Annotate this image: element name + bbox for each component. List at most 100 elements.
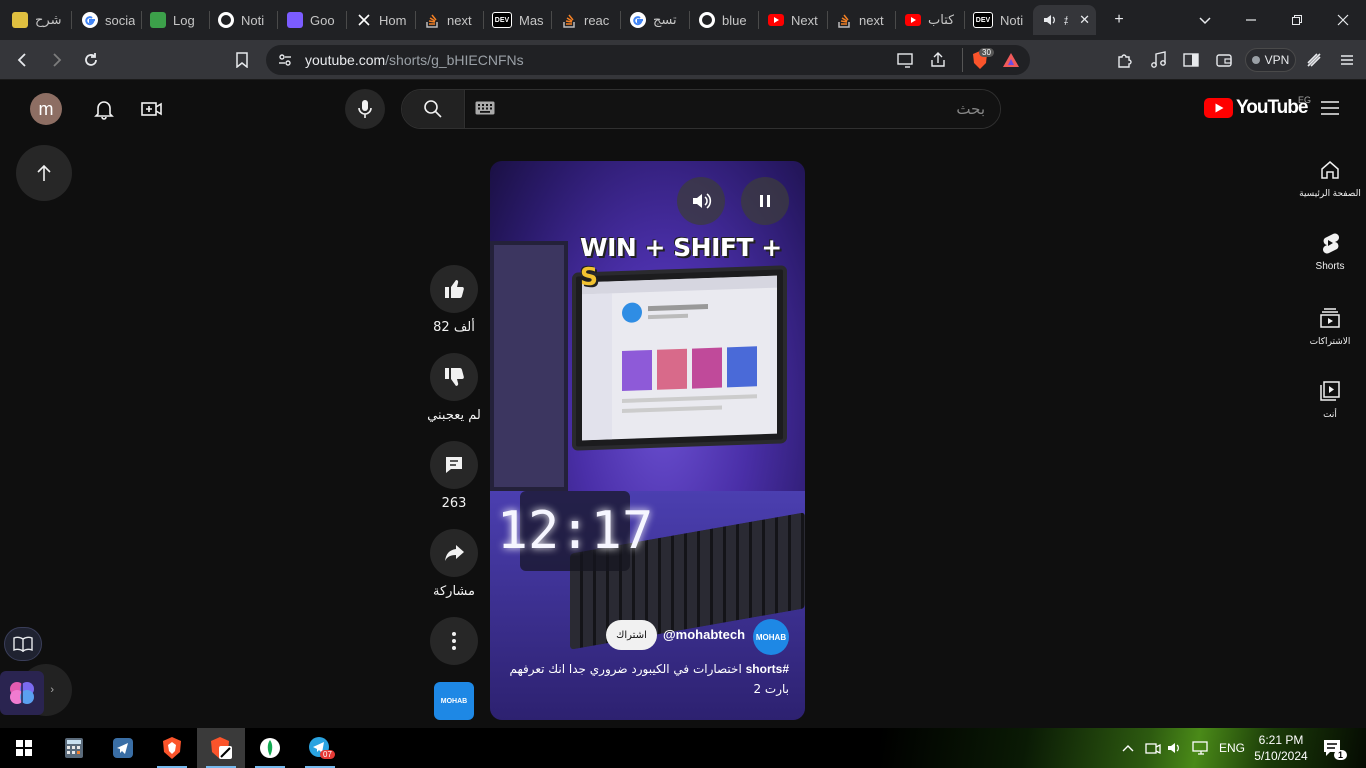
stackoverflow-icon — [561, 12, 577, 28]
channel-avatar[interactable]: MOHAB — [753, 619, 789, 655]
browser-tab[interactable]: blue — [691, 5, 759, 35]
reader-mode-button[interactable] — [4, 627, 42, 661]
like-button[interactable] — [430, 265, 478, 313]
start-button[interactable] — [0, 728, 48, 768]
close-window-button[interactable] — [1331, 8, 1355, 32]
sidebar-icon[interactable] — [1179, 48, 1203, 72]
tab-search-icon[interactable] — [1193, 8, 1217, 32]
tab-separator — [620, 11, 621, 29]
browser-tab-strip: شرح socia Log Noti Goo Hom next DEV Mas reac تسج bl… — [0, 0, 1366, 40]
nav-shorts[interactable]: Shorts — [1294, 231, 1366, 272]
ai-assistant-button[interactable] — [0, 671, 44, 715]
restore-button[interactable] — [1285, 8, 1309, 32]
browser-tab[interactable]: Hom — [348, 5, 416, 35]
volume-button[interactable] — [677, 177, 725, 225]
channel-handle[interactable]: @mohabtech — [663, 627, 745, 642]
google-icon — [630, 12, 646, 28]
leo-ai-icon[interactable] — [1302, 48, 1326, 72]
notifications-bell-icon[interactable] — [86, 91, 122, 127]
video-caption[interactable]: #shorts اختصارات في الكيبورد ضروري جدا ا… — [502, 659, 789, 699]
browser-tab[interactable]: #✕ — [1033, 5, 1096, 35]
voice-search-button[interactable] — [345, 89, 385, 129]
browser-tab[interactable]: socia — [74, 5, 142, 35]
browser-tab[interactable]: DEV Noti — [965, 5, 1033, 35]
taskbar-telegram[interactable]: 07 — [296, 728, 344, 768]
wallet-icon[interactable] — [1212, 48, 1236, 72]
create-video-icon[interactable] — [134, 91, 170, 127]
volume-tray-icon[interactable] — [1166, 728, 1182, 768]
taskbar-mongodb-compass[interactable] — [246, 728, 294, 768]
cast-icon[interactable] — [896, 51, 914, 74]
close-tab-icon[interactable]: ✕ — [1079, 12, 1090, 28]
notification-center-button[interactable]: 1 — [1322, 728, 1348, 768]
youtube-logo[interactable]: YouTube — [1204, 97, 1308, 119]
overlay-shortcut-text: WIN + SHIFT + — [580, 233, 782, 262]
reload-button[interactable] — [79, 48, 103, 72]
browser-tab[interactable]: كتاب — [897, 5, 965, 35]
share-button[interactable] — [430, 529, 478, 577]
caption-hashtag[interactable]: #shorts — [746, 662, 789, 676]
media-controls-icon[interactable] — [1146, 48, 1170, 72]
bookmark-icon[interactable] — [230, 48, 254, 72]
back-button[interactable] — [10, 48, 34, 72]
sound-remix-thumbnail[interactable]: MOHAB — [434, 682, 474, 720]
share-action: مشاركة — [430, 529, 478, 599]
network-icon[interactable] — [1192, 728, 1210, 768]
comments-button[interactable] — [430, 441, 478, 489]
more-options-button[interactable] — [430, 617, 478, 665]
pause-button[interactable] — [741, 177, 789, 225]
share-page-icon[interactable] — [929, 51, 947, 74]
vpn-button[interactable]: VPN — [1245, 48, 1296, 72]
nav-home[interactable]: الصفحة الرئيسية — [1294, 158, 1366, 199]
url-host: youtube.com — [305, 52, 386, 68]
url-path: /shorts/g_bHIECNFNs — [385, 52, 524, 68]
taskbar-brave[interactable] — [148, 728, 196, 768]
browser-tab[interactable]: next — [416, 5, 484, 35]
address-bar[interactable]: youtube.com/shorts/g_bHIECNFNs 30 — [266, 45, 1030, 75]
meet-now-icon[interactable] — [1145, 728, 1161, 768]
home-icon — [1321, 161, 1339, 179]
browser-tab[interactable]: تسج — [622, 5, 690, 35]
taskbar-brave-beta[interactable] — [197, 728, 245, 768]
nav-you[interactable]: أنت — [1294, 379, 1366, 420]
brave-shields-icon[interactable]: 30 — [970, 48, 994, 75]
dislike-button[interactable] — [430, 353, 478, 401]
input-language[interactable]: ENG — [1219, 728, 1245, 768]
search-input[interactable] — [466, 90, 1000, 128]
shorts-video-player[interactable]: 12:17 WIN + SHIFT + S اشتراك @mohabtech … — [490, 161, 805, 720]
account-avatar[interactable]: m — [30, 93, 62, 125]
taskbar-calculator[interactable] — [50, 728, 98, 768]
browser-tab[interactable]: Noti — [210, 5, 278, 35]
site-info-icon[interactable] — [278, 53, 292, 72]
forward-button[interactable] — [45, 48, 69, 72]
brave-rewards-icon[interactable] — [1002, 51, 1020, 74]
guide-menu-icon[interactable] — [1318, 96, 1342, 120]
previous-short-button[interactable] — [16, 145, 72, 201]
thumbs-up-icon — [445, 280, 464, 298]
taskbar-telegram-desktop[interactable] — [99, 728, 147, 768]
browser-tab[interactable]: Goo — [279, 5, 347, 35]
browser-tab[interactable]: Log — [142, 5, 210, 35]
search-button[interactable] — [402, 90, 465, 128]
extensions-icon[interactable] — [1112, 48, 1136, 72]
windows-taskbar: 07 ENG 6:21 PM 5/10/2024 1 — [0, 728, 1366, 768]
shorts-icon — [1322, 233, 1340, 254]
new-tab-button[interactable]: + — [1107, 8, 1131, 32]
browser-tab[interactable]: Next — [760, 5, 828, 35]
telegram-unread-badge: 07 — [320, 750, 335, 759]
keyboard-icon[interactable] — [475, 101, 495, 115]
browser-tab[interactable]: next — [828, 5, 896, 35]
subscriptions-icon — [1320, 308, 1340, 328]
browser-menu-icon[interactable] — [1335, 48, 1359, 72]
browser-tab[interactable]: reac — [553, 5, 621, 35]
nav-home-label: الصفحة الرئيسية — [1299, 188, 1361, 198]
nav-subscriptions[interactable]: الاشتراكات — [1294, 306, 1366, 347]
browser-tab[interactable]: DEV Mas — [484, 5, 552, 35]
browser-tab[interactable]: شرح — [4, 5, 72, 35]
subscribe-button[interactable]: اشتراك — [606, 620, 657, 650]
dislike-label: لم يعجبني — [427, 408, 481, 423]
system-clock[interactable]: 6:21 PM 5/10/2024 — [1252, 732, 1310, 764]
minimize-button[interactable] — [1239, 8, 1263, 32]
brave-beta-icon — [211, 737, 232, 759]
show-hidden-icons[interactable] — [1120, 728, 1136, 768]
